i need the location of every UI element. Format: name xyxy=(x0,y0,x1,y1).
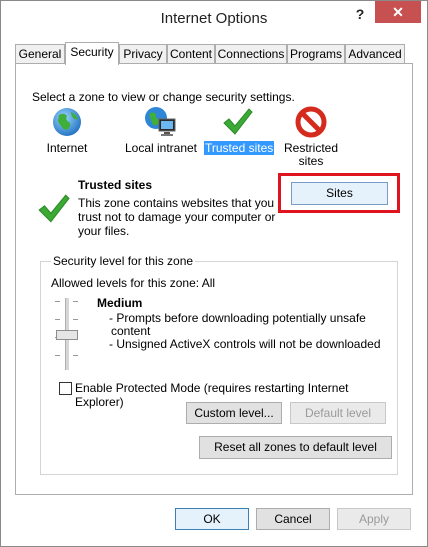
globe-icon xyxy=(53,108,81,136)
tab-strip: General Security Privacy Content Connect… xyxy=(15,42,415,65)
reset-all-zones-button[interactable]: Reset all zones to default level xyxy=(199,436,392,459)
zone-internet-label: Internet xyxy=(46,141,88,155)
sites-button[interactable]: Sites xyxy=(291,182,388,205)
selected-zone-title: Trusted sites xyxy=(78,178,153,192)
security-level-name: Medium xyxy=(97,296,143,310)
tab-security[interactable]: Security xyxy=(65,42,119,65)
help-button[interactable]: ? xyxy=(347,3,373,25)
zone-trusted-sites[interactable]: Trusted sites xyxy=(204,106,275,155)
zone-local-intranet[interactable]: Local intranet xyxy=(116,106,206,155)
tab-advanced[interactable]: Advanced xyxy=(345,44,405,63)
zone-prompt: Select a zone to view or change security… xyxy=(32,90,295,104)
tab-connections[interactable]: Connections xyxy=(215,44,287,63)
security-level-details: - Prompts before downloading potentially… xyxy=(109,311,381,351)
ok-button[interactable]: OK xyxy=(175,508,249,530)
network-computer-icon xyxy=(145,107,176,136)
tab-programs[interactable]: Programs xyxy=(287,44,345,63)
zone-list: Internet Local intranet Trusted sites Re… xyxy=(30,106,398,168)
close-button[interactable]: ✕ xyxy=(375,1,421,23)
title-bar[interactable]: Internet Options ? ✕ xyxy=(1,1,427,35)
zone-local-intranet-label: Local intranet xyxy=(124,141,198,155)
security-level-slider[interactable] xyxy=(53,298,81,370)
security-level-group-title: Security level for this zone xyxy=(51,254,196,268)
checkmark-icon xyxy=(223,108,253,135)
tab-general[interactable]: General xyxy=(15,44,65,63)
internet-options-dialog: Internet Options ? ✕ General Security Pr… xyxy=(0,0,428,547)
protected-mode-checkbox[interactable] xyxy=(59,382,72,395)
zone-restricted-sites-label-line2: sites xyxy=(298,154,324,168)
default-level-button[interactable]: Default level xyxy=(290,402,386,424)
zone-internet[interactable]: Internet xyxy=(40,106,94,155)
security-tab-panel: Select a zone to view or change security… xyxy=(15,63,413,495)
slider-thumb[interactable] xyxy=(56,330,78,340)
cancel-button[interactable]: Cancel xyxy=(256,508,330,530)
custom-level-button[interactable]: Custom level... xyxy=(186,402,282,424)
trusted-sites-checkmark-icon xyxy=(38,194,70,223)
zone-restricted-sites[interactable]: Restricted sites xyxy=(280,106,342,168)
tab-privacy[interactable]: Privacy xyxy=(119,44,167,63)
tab-content[interactable]: Content xyxy=(167,44,215,63)
apply-button[interactable]: Apply xyxy=(337,508,411,530)
selected-zone-description: This zone contains websites that you tru… xyxy=(78,196,276,238)
allowed-levels-label: Allowed levels for this zone: All xyxy=(51,276,216,290)
zone-trusted-sites-label: Trusted sites xyxy=(204,141,275,155)
restricted-icon xyxy=(295,106,327,138)
